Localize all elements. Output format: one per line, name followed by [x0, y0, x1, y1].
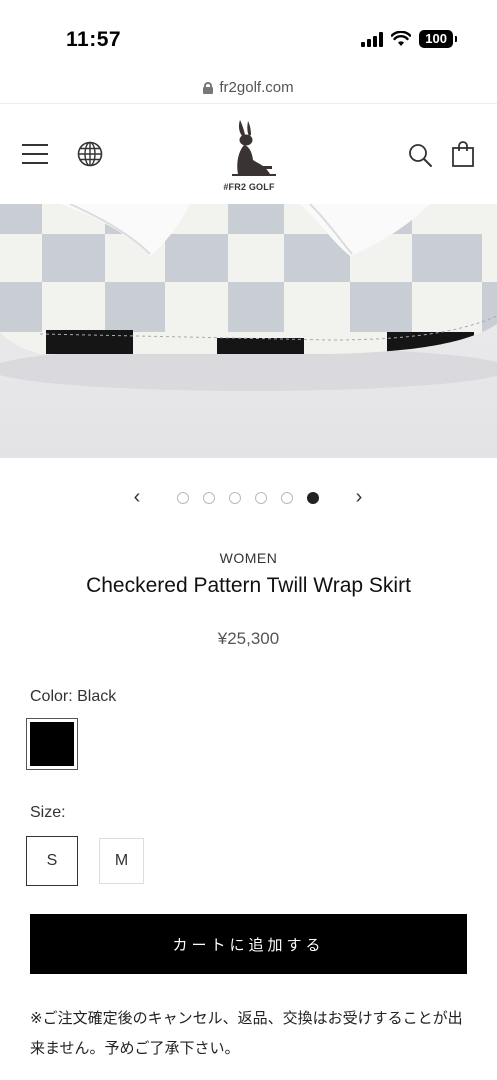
add-to-cart-button[interactable]: カートに追加する — [30, 914, 467, 974]
product-category[interactable]: WOMEN — [0, 550, 497, 566]
status-bar: 11:57 100 — [0, 0, 497, 72]
product-image[interactable] — [0, 204, 497, 458]
color-swatch-fill — [30, 722, 74, 766]
search-icon[interactable] — [407, 142, 433, 168]
carousel-dots — [177, 492, 319, 504]
carousel-dot-6[interactable] — [307, 492, 319, 504]
cellular-signal-icon — [361, 31, 384, 47]
site-header: #FR2 GOLF — [0, 104, 497, 204]
menu-icon[interactable] — [22, 144, 48, 164]
wifi-icon — [391, 31, 412, 46]
carousel-dot-2[interactable] — [203, 492, 215, 504]
rabbit-logo-icon — [232, 120, 276, 176]
status-icons: 100 — [361, 30, 457, 48]
brand-logo-text: #FR2 GOLF — [223, 182, 275, 192]
product-photo-skirt — [0, 204, 497, 458]
battery-indicator: 100 — [419, 30, 457, 48]
carousel-dot-5[interactable] — [281, 492, 293, 504]
status-time: 11:57 — [66, 28, 122, 51]
bag-icon[interactable] — [451, 140, 475, 168]
carousel-dot-3[interactable] — [229, 492, 241, 504]
carousel-dot-4[interactable] — [255, 492, 267, 504]
product-title: Checkered Pattern Twill Wrap Skirt — [86, 574, 411, 597]
address-bar[interactable]: fr2golf.com — [0, 72, 497, 104]
size-label: Size: — [30, 804, 66, 821]
image-carousel-nav: ‹ › — [0, 484, 497, 510]
color-label: Color: Black — [30, 688, 117, 705]
lock-icon — [203, 81, 214, 94]
globe-icon[interactable] — [77, 141, 103, 167]
color-swatch-black[interactable] — [26, 718, 78, 770]
carousel-next-button[interactable]: › — [349, 484, 369, 510]
brand-logo[interactable]: #FR2 GOLF — [218, 118, 280, 194]
url-text: fr2golf.com — [219, 79, 294, 96]
size-option-m[interactable]: M — [99, 838, 144, 884]
carousel-dot-1[interactable] — [177, 492, 189, 504]
size-option-s[interactable]: S — [26, 836, 78, 886]
product-price: ¥25,300 — [217, 629, 280, 648]
cancellation-notice: ※ご注文確定後のキャンセル、返品、交換はお受けすることが出来ません。予めご了承下… — [30, 1010, 463, 1057]
carousel-prev-button[interactable]: ‹ — [127, 484, 147, 510]
